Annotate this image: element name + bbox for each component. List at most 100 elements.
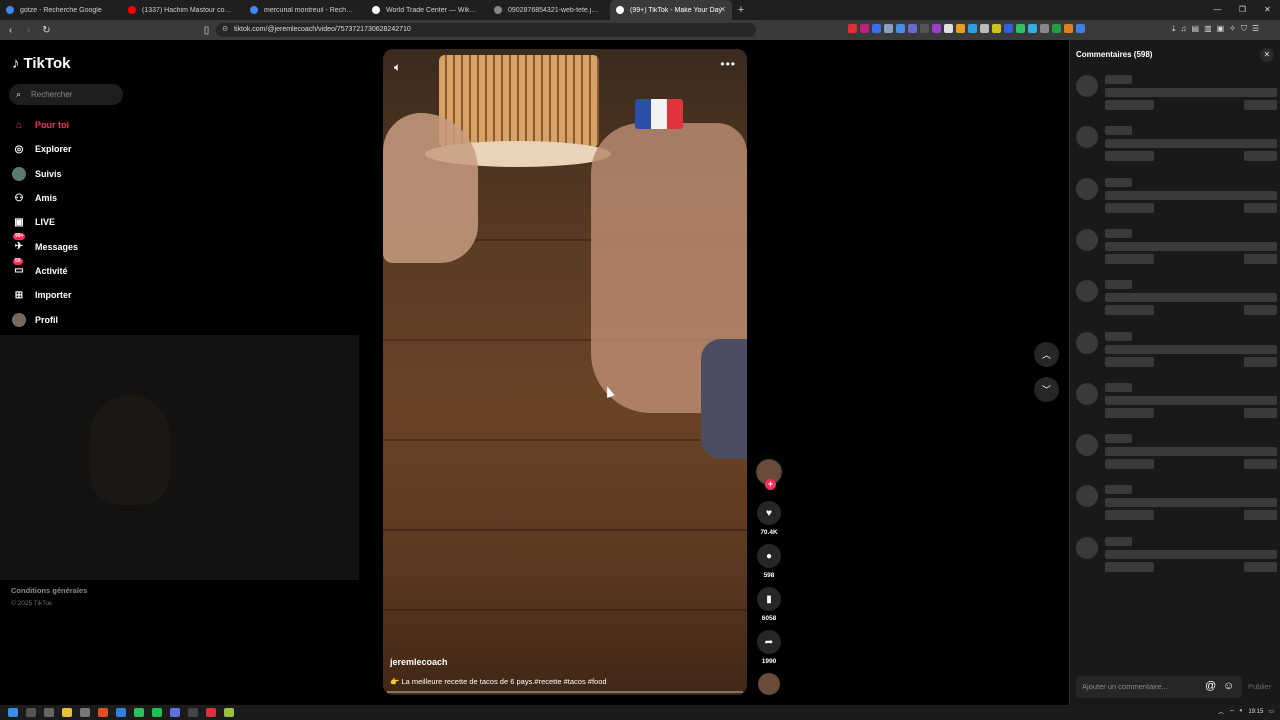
next-video-button[interactable]: ﹀ xyxy=(1034,377,1059,402)
sidebar-toggle-icon[interactable]: ▥ xyxy=(1204,24,1212,34)
task-view-icon[interactable] xyxy=(44,708,54,717)
extension-icon[interactable] xyxy=(956,24,965,33)
creator-avatar[interactable]: + xyxy=(756,459,782,490)
browser-tab[interactable]: 0902876854321-web-tete.jpg (1280 xyxy=(488,0,610,20)
more-options-icon[interactable]: ••• xyxy=(720,57,736,71)
extension-icon[interactable] xyxy=(1052,24,1061,33)
extension-icon[interactable] xyxy=(1028,24,1037,33)
comment-button[interactable]: ● xyxy=(757,544,781,568)
comment-input[interactable]: Ajouter un commentaire... xyxy=(1076,676,1242,698)
close-tab-icon[interactable]: ✕ xyxy=(719,5,726,14)
wifi-icon[interactable]: ⌔ xyxy=(1229,708,1235,716)
extension-icon[interactable] xyxy=(1016,24,1025,33)
mention-icon[interactable]: @ xyxy=(1205,680,1216,692)
extension-icon[interactable] xyxy=(848,24,857,33)
ai-icon[interactable]: ✧ xyxy=(1229,24,1236,34)
extension-icon[interactable] xyxy=(1004,24,1013,33)
browser-tab[interactable]: (1337) Hachim Mastour contre Neym xyxy=(122,0,244,20)
extension-icon[interactable] xyxy=(920,24,929,33)
shield-icon[interactable]: ⛉ xyxy=(1241,24,1247,34)
sidebar-item-importer[interactable]: ⊞ Importer xyxy=(12,283,78,307)
browser-actions: ⤓ ♫ ▤ ▥ ▣ ✧ ⛉ ☰ xyxy=(1172,24,1259,34)
new-tab-button[interactable]: + xyxy=(732,4,750,16)
extension-icon[interactable] xyxy=(872,24,881,33)
share-button[interactable]: ➦ xyxy=(757,630,781,654)
back-icon[interactable]: ‹ xyxy=(3,25,18,36)
site-info-icon[interactable]: ⚙ xyxy=(222,23,228,37)
comment-skeleton-row xyxy=(1076,536,1280,582)
extension-icon[interactable] xyxy=(980,24,989,33)
follow-plus-icon[interactable]: + xyxy=(765,479,776,490)
extension-icon[interactable] xyxy=(860,24,869,33)
clock[interactable]: 19:15 xyxy=(1248,709,1263,715)
search-icon[interactable] xyxy=(26,708,36,717)
extension-icon[interactable] xyxy=(908,24,917,33)
maximize-icon[interactable]: ❐ xyxy=(1230,0,1255,20)
steam-icon[interactable] xyxy=(188,708,198,717)
volume-icon[interactable]: 🔈︎ xyxy=(394,60,401,75)
video-progress-bar[interactable] xyxy=(387,691,743,693)
menu-icon[interactable]: ☰ xyxy=(1252,24,1259,34)
previous-video-button[interactable]: ︿ xyxy=(1034,342,1059,367)
sidebar-item-profil[interactable]: Profil xyxy=(12,307,78,331)
media-icon[interactable]: ♫ xyxy=(1181,24,1187,34)
save-button[interactable]: ▮ xyxy=(757,587,781,611)
skeleton-line xyxy=(1244,459,1277,470)
sidebar-item-messages[interactable]: ✈ 99+ Messages xyxy=(12,233,78,258)
sidebar-item-suivis[interactable]: Suivis xyxy=(12,162,78,186)
whatsapp-icon[interactable] xyxy=(134,708,144,717)
search-input[interactable]: ⌕ Rechercher xyxy=(9,84,123,105)
minimize-icon[interactable]: — xyxy=(1205,0,1230,20)
sidebar-item-activite[interactable]: ▭ 59 Activité xyxy=(12,257,78,283)
browser-tab[interactable]: World Trade Center — Wikipédia xyxy=(366,0,488,20)
address-bar[interactable]: ⚙ tiktok.com/@jeremlecoach/video/7573721… xyxy=(216,23,756,37)
reload-icon[interactable]: ↻ xyxy=(39,25,54,36)
notifications-icon[interactable]: ▭ xyxy=(1268,708,1274,715)
sidebar-item-label: Activité xyxy=(35,265,68,276)
forward-icon[interactable]: › xyxy=(21,25,36,36)
browser-tab[interactable]: gotze - Recherche Google xyxy=(0,0,122,20)
windows-start-icon[interactable] xyxy=(8,708,18,717)
bookmark-icon[interactable]: ▯ xyxy=(199,25,214,36)
close-window-icon[interactable]: ✕ xyxy=(1255,0,1280,20)
music-disc-icon[interactable] xyxy=(758,673,780,695)
extension-icon[interactable] xyxy=(932,24,941,33)
app-icon[interactable] xyxy=(80,708,90,717)
close-comments-button[interactable]: ✕ xyxy=(1260,48,1274,62)
spotify-icon[interactable] xyxy=(152,708,162,717)
extension-icon[interactable] xyxy=(1064,24,1073,33)
app-icon[interactable] xyxy=(116,708,126,717)
tiktok-logo[interactable]: ♪ TikTok xyxy=(12,55,70,72)
extension-icon[interactable] xyxy=(1040,24,1049,33)
discord-icon[interactable] xyxy=(170,708,180,717)
video-author[interactable]: jeremlecoach xyxy=(390,657,448,667)
skeleton-line xyxy=(1244,407,1277,418)
extension-icon[interactable] xyxy=(896,24,905,33)
brave-browser-icon[interactable] xyxy=(98,708,108,717)
tray-chevron-icon[interactable]: ︿ xyxy=(1218,707,1224,716)
video-player[interactable]: 🔈︎ ••• jeremlecoach 👉 La meilleure recet… xyxy=(383,49,747,695)
sidebar-item-explorer[interactable]: ◎ Explorer xyxy=(12,137,78,161)
extension-icon[interactable] xyxy=(1076,24,1085,33)
app-icon[interactable] xyxy=(206,708,216,717)
file-explorer-icon[interactable] xyxy=(62,708,72,717)
like-button[interactable]: ♥ xyxy=(757,501,781,525)
volume-icon[interactable]: 🔈︎ xyxy=(1240,708,1244,715)
browser-tab-active[interactable]: (99+) TikTok - Make Your Day ✕ xyxy=(610,0,732,20)
publish-button[interactable]: Publier xyxy=(1248,682,1271,691)
extension-icon[interactable] xyxy=(884,24,893,33)
wallet-icon[interactable]: ▣ xyxy=(1217,24,1225,34)
sidebar-item-amis[interactable]: ⚇ Amis xyxy=(12,186,78,210)
extension-icon[interactable] xyxy=(968,24,977,33)
skeleton-line xyxy=(1244,202,1277,213)
sidebar-item-live[interactable]: ▣ LIVE xyxy=(12,210,78,234)
reading-list-icon[interactable]: ▤ xyxy=(1192,24,1200,34)
extension-icon[interactable] xyxy=(992,24,1001,33)
sidebar-item-pour-toi[interactable]: ⌂ Pour toi xyxy=(12,113,78,137)
browser-tab[interactable]: mercurial montreuil - Recherche Go xyxy=(244,0,366,20)
emoji-icon[interactable]: ☺ xyxy=(1223,680,1234,692)
app-icon[interactable] xyxy=(224,708,234,717)
terms-link[interactable]: Conditions générales xyxy=(11,586,87,595)
download-icon[interactable]: ⤓ xyxy=(1172,24,1176,34)
extension-icon[interactable] xyxy=(944,24,953,33)
